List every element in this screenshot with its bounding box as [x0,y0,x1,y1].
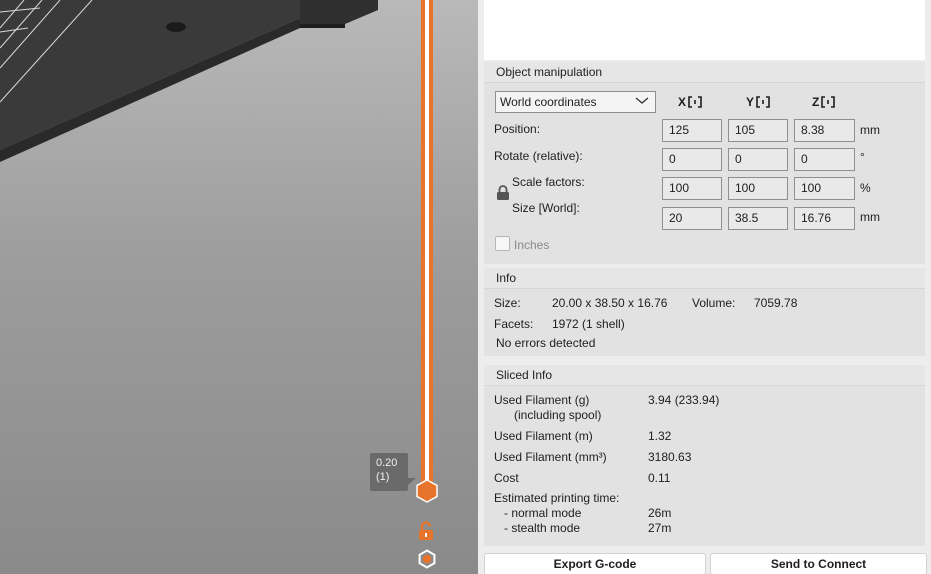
size-x-field[interactable]: 20 [662,207,722,230]
rotate-unit: ° [860,150,865,164]
layer-height-tooltip: 0.20 (1) [370,453,408,491]
info-title: Info [496,271,517,285]
normal-mode-label: - normal mode [504,506,582,520]
axis-z-label: Z [812,95,820,109]
axis-x-header: X [678,95,702,109]
info-status: No errors detected [496,336,596,350]
object-manipulation-title: Object manipulation [496,65,603,79]
send-to-connect-button[interactable]: Send to Connect [710,553,927,574]
unlock-icon[interactable] [417,521,435,541]
info-size-value: 20.00 x 38.50 x 16.76 [552,296,668,310]
tooltip-pointer [408,478,416,485]
position-y-field[interactable]: 105 [728,119,788,142]
coordinate-system-value: World coordinates [500,95,597,109]
filament-g-label: Used Filament (g) [494,393,590,407]
position-label: Position: [494,122,541,136]
cost-label: Cost [494,471,519,485]
scale-x-field[interactable]: 100 [662,177,722,200]
size-unit: mm [860,210,880,224]
filament-g-value: 3.94 (233.94) [648,393,720,407]
cog-icon[interactable] [417,549,437,569]
info-volume-value: 7059.78 [754,296,798,310]
layer-slider-thumb[interactable] [415,479,439,503]
rotate-label: Rotate (relative): [494,149,583,163]
axis-y-icon [756,96,770,108]
info-size-label: Size: [494,296,521,310]
export-gcode-button[interactable]: Export G-code [484,553,706,574]
axis-y-label: Y [746,95,755,109]
size-y-field[interactable]: 38.5 [728,207,788,230]
size-z-field[interactable]: 16.76 [794,207,855,230]
size-label: Size [World]: [512,201,580,215]
inches-checkbox[interactable] [495,236,510,251]
axis-z-header: Z [812,95,836,109]
filament-m-label: Used Filament (m) [494,429,593,443]
position-unit: mm [860,123,880,137]
rotate-y-field[interactable]: 0 [728,148,788,171]
object-manipulation-header: Object manipulation [484,62,925,82]
layer-index-value: (1) [376,471,390,483]
sliced-info-title: Sliced Info [496,368,553,382]
position-z-field[interactable]: 8.38 [794,119,855,142]
print-time-label: Estimated printing time: [494,491,620,505]
scale-label: Scale factors: [512,175,585,189]
rotate-x-field[interactable]: 0 [662,148,722,171]
filament-mm3-value: 3180.63 [648,450,692,464]
filament-g-sublabel: (including spool) [514,408,602,422]
axis-x-icon [688,96,702,108]
axis-y-header: Y [746,95,770,109]
axis-x-label: X [678,95,687,109]
lock-icon[interactable] [496,185,510,201]
chevron-down-icon [635,97,649,104]
position-x-field[interactable]: 125 [662,119,722,142]
sidebar-panel: Object manipulation World coordinates X … [478,0,931,574]
scale-y-field[interactable]: 100 [728,177,788,200]
info-facets-value: 1972 (1 shell) [552,317,625,331]
info-facets-label: Facets: [494,317,534,331]
normal-mode-value: 26m [648,506,672,520]
stealth-mode-label: - stealth mode [504,521,581,535]
inches-label[interactable]: Inches [514,238,549,252]
object-list-area [484,0,925,60]
filament-mm3-label: Used Filament (mm³) [494,450,607,464]
cost-value: 0.11 [648,471,671,485]
sliced-info-header: Sliced Info [484,365,925,385]
info-header: Info [484,268,925,288]
layer-slider-range [425,0,429,484]
scale-z-field[interactable]: 100 [794,177,855,200]
filament-m-value: 1.32 [648,429,672,443]
stealth-mode-value: 27m [648,521,672,535]
scale-unit: % [860,181,871,195]
axis-z-icon [821,96,836,108]
3d-viewport[interactable]: 0.20 (1) [0,0,478,574]
coordinate-system-select[interactable]: World coordinates [495,91,656,113]
rotate-z-field[interactable]: 0 [794,148,855,171]
info-volume-label: Volume: [692,296,736,310]
layer-height-value: 0.20 [376,457,398,469]
